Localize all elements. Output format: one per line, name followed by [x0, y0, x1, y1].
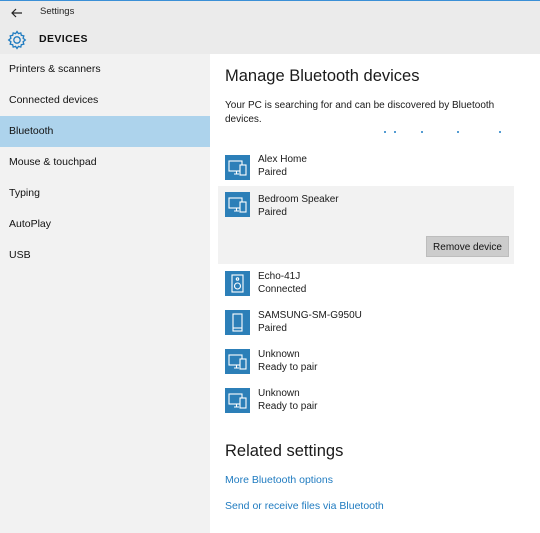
progress-dot [457, 131, 459, 133]
title-bar: Settings DEVICES [0, 0, 540, 54]
phone-computer-icon [225, 155, 250, 180]
related-settings-heading: Related settings [225, 442, 344, 460]
device-item[interactable]: Unknown Ready to pair [218, 345, 514, 380]
device-item[interactable]: Alex Home Paired [218, 150, 514, 185]
device-status: Paired [258, 323, 287, 334]
device-item[interactable]: Echo-41J Connected [218, 267, 514, 302]
page-title: DEVICES [39, 33, 88, 45]
phone-computer-icon [225, 192, 250, 217]
phone-icon [225, 310, 250, 335]
sidebar: Printers & scanners Connected devices Bl… [0, 54, 210, 533]
device-name: Unknown [258, 388, 300, 399]
device-name: SAMSUNG-SM-G950U [258, 310, 362, 321]
sidebar-item-autoplay[interactable]: AutoPlay [0, 209, 210, 240]
sidebar-item-connected-devices[interactable]: Connected devices [0, 85, 210, 116]
progress-dot [384, 131, 386, 133]
device-status: Ready to pair [258, 401, 318, 412]
page-heading: Manage Bluetooth devices [225, 67, 420, 85]
phone-computer-icon [225, 349, 250, 374]
phone-computer-icon [225, 388, 250, 413]
device-name: Alex Home [258, 154, 307, 165]
remove-device-button[interactable]: Remove device [426, 236, 509, 257]
device-item-selected[interactable]: Bedroom Speaker Paired Remove device [218, 186, 514, 264]
main-content: Manage Bluetooth devices Your PC is sear… [210, 54, 540, 533]
gear-icon [7, 30, 27, 50]
sidebar-item-bluetooth[interactable]: Bluetooth [0, 116, 210, 147]
device-item[interactable]: SAMSUNG-SM-G950U Paired [218, 306, 514, 341]
back-button[interactable] [4, 4, 30, 22]
device-name: Bedroom Speaker [258, 194, 339, 205]
speaker-icon [225, 271, 250, 296]
app-title: Settings [40, 6, 75, 17]
progress-dot [421, 131, 423, 133]
sidebar-item-typing[interactable]: Typing [0, 178, 210, 209]
device-status: Paired [258, 167, 287, 178]
device-status: Paired [258, 207, 287, 218]
more-bluetooth-options-link[interactable]: More Bluetooth options [225, 474, 333, 486]
back-arrow-icon [11, 8, 22, 18]
sidebar-item-mouse-touchpad[interactable]: Mouse & touchpad [0, 147, 210, 178]
send-receive-files-link[interactable]: Send or receive files via Bluetooth [225, 500, 384, 512]
progress-dot [394, 131, 396, 133]
discovery-status-text: Your PC is searching for and can be disc… [225, 100, 495, 125]
progress-dot [499, 131, 501, 133]
device-item[interactable]: Unknown Ready to pair [218, 384, 514, 419]
device-name: Unknown [258, 349, 300, 360]
device-status: Connected [258, 284, 307, 295]
device-name: Echo-41J [258, 271, 301, 282]
device-status: Ready to pair [258, 362, 318, 373]
sidebar-item-printers-scanners[interactable]: Printers & scanners [0, 54, 210, 85]
sidebar-item-usb[interactable]: USB [0, 240, 210, 271]
